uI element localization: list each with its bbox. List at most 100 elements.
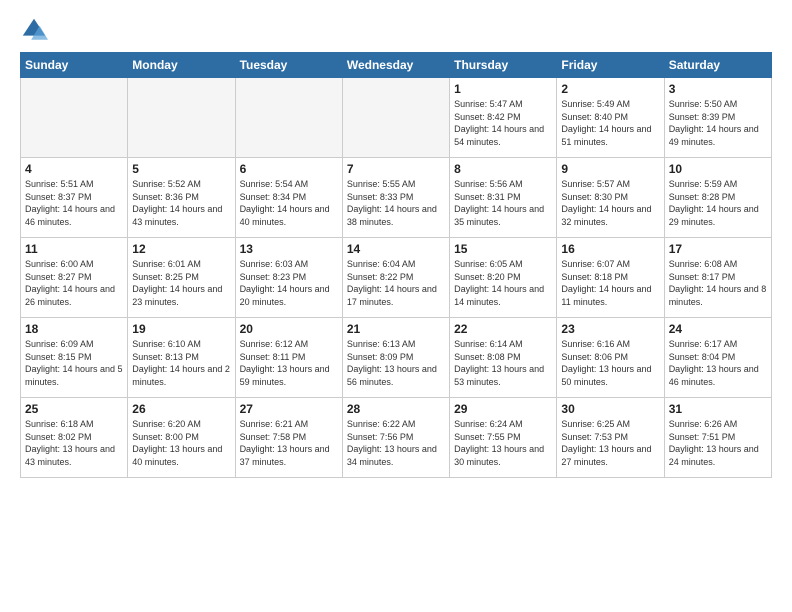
calendar-cell	[235, 78, 342, 158]
day-info: Sunrise: 6:03 AMSunset: 8:23 PMDaylight:…	[240, 258, 338, 308]
day-info: Sunrise: 6:13 AMSunset: 8:09 PMDaylight:…	[347, 338, 445, 388]
calendar-cell: 15 Sunrise: 6:05 AMSunset: 8:20 PMDayligh…	[450, 238, 557, 318]
calendar-cell: 22 Sunrise: 6:14 AMSunset: 8:08 PMDayligh…	[450, 318, 557, 398]
day-info: Sunrise: 6:10 AMSunset: 8:13 PMDaylight:…	[132, 338, 230, 388]
calendar-cell	[21, 78, 128, 158]
day-number: 13	[240, 242, 338, 256]
calendar-cell	[342, 78, 449, 158]
page: SundayMondayTuesdayWednesdayThursdayFrid…	[0, 0, 792, 488]
day-info: Sunrise: 6:01 AMSunset: 8:25 PMDaylight:…	[132, 258, 230, 308]
calendar-cell: 10Sunrise: 5:59 AMSunset: 8:28 PMDayligh…	[664, 158, 771, 238]
calendar-cell: 9 Sunrise: 5:57 AMSunset: 8:30 PMDaylight…	[557, 158, 664, 238]
calendar-cell: 4 Sunrise: 5:51 AMSunset: 8:37 PMDaylight…	[21, 158, 128, 238]
header	[20, 16, 772, 44]
day-info: Sunrise: 6:08 AMSunset: 8:17 PMDaylight:…	[669, 258, 767, 308]
calendar-cell: 29 Sunrise: 6:24 AMSunset: 7:55 PMDayligh…	[450, 398, 557, 478]
day-info: Sunrise: 6:16 AMSunset: 8:06 PMDaylight:…	[561, 338, 659, 388]
day-number: 18	[25, 322, 123, 336]
day-info: Sunrise: 5:47 AMSunset: 8:42 PMDaylight:…	[454, 98, 552, 148]
calendar-cell: 20 Sunrise: 6:12 AMSunset: 8:11 PMDayligh…	[235, 318, 342, 398]
calendar-cell: 5 Sunrise: 5:52 AMSunset: 8:36 PMDaylight…	[128, 158, 235, 238]
weekday-header-saturday: Saturday	[664, 53, 771, 78]
week-row-5: 25 Sunrise: 6:18 AMSunset: 8:02 PMDayligh…	[21, 398, 772, 478]
weekday-header-thursday: Thursday	[450, 53, 557, 78]
day-number: 25	[25, 402, 123, 416]
day-info: Sunrise: 6:24 AMSunset: 7:55 PMDaylight:…	[454, 418, 552, 468]
day-info: Sunrise: 6:17 AMSunset: 8:04 PMDaylight:…	[669, 338, 767, 388]
day-info: Sunrise: 6:20 AMSunset: 8:00 PMDaylight:…	[132, 418, 230, 468]
day-info: Sunrise: 6:05 AMSunset: 8:20 PMDaylight:…	[454, 258, 552, 308]
day-number: 15	[454, 242, 552, 256]
weekday-header-tuesday: Tuesday	[235, 53, 342, 78]
day-info: Sunrise: 6:14 AMSunset: 8:08 PMDaylight:…	[454, 338, 552, 388]
day-info: Sunrise: 5:50 AMSunset: 8:39 PMDaylight:…	[669, 98, 767, 148]
calendar-cell: 8Sunrise: 5:56 AMSunset: 8:31 PMDaylight…	[450, 158, 557, 238]
day-info: Sunrise: 6:25 AMSunset: 7:53 PMDaylight:…	[561, 418, 659, 468]
calendar-cell: 11Sunrise: 6:00 AMSunset: 8:27 PMDayligh…	[21, 238, 128, 318]
weekday-header-row: SundayMondayTuesdayWednesdayThursdayFrid…	[21, 53, 772, 78]
day-number: 11	[25, 242, 123, 256]
calendar-cell: 6 Sunrise: 5:54 AMSunset: 8:34 PMDaylight…	[235, 158, 342, 238]
day-info: Sunrise: 6:07 AMSunset: 8:18 PMDaylight:…	[561, 258, 659, 308]
day-number: 12	[132, 242, 230, 256]
calendar-cell: 3Sunrise: 5:50 AMSunset: 8:39 PMDaylight…	[664, 78, 771, 158]
day-info: Sunrise: 5:52 AMSunset: 8:36 PMDaylight:…	[132, 178, 230, 228]
day-number: 4	[25, 162, 123, 176]
weekday-header-wednesday: Wednesday	[342, 53, 449, 78]
calendar-cell: 19 Sunrise: 6:10 AMSunset: 8:13 PMDayligh…	[128, 318, 235, 398]
day-number: 23	[561, 322, 659, 336]
day-info: Sunrise: 6:21 AMSunset: 7:58 PMDaylight:…	[240, 418, 338, 468]
day-number: 8	[454, 162, 552, 176]
day-info: Sunrise: 5:49 AMSunset: 8:40 PMDaylight:…	[561, 98, 659, 148]
day-info: Sunrise: 5:54 AMSunset: 8:34 PMDaylight:…	[240, 178, 338, 228]
calendar-cell: 18Sunrise: 6:09 AMSunset: 8:15 PMDayligh…	[21, 318, 128, 398]
calendar-cell: 13 Sunrise: 6:03 AMSunset: 8:23 PMDayligh…	[235, 238, 342, 318]
calendar-cell: 7 Sunrise: 5:55 AMSunset: 8:33 PMDaylight…	[342, 158, 449, 238]
calendar-cell: 26 Sunrise: 6:20 AMSunset: 8:00 PMDayligh…	[128, 398, 235, 478]
day-number: 27	[240, 402, 338, 416]
day-number: 19	[132, 322, 230, 336]
calendar-cell: 17Sunrise: 6:08 AMSunset: 8:17 PMDayligh…	[664, 238, 771, 318]
day-number: 20	[240, 322, 338, 336]
day-info: Sunrise: 5:59 AMSunset: 8:28 PMDaylight:…	[669, 178, 767, 228]
day-info: Sunrise: 5:51 AMSunset: 8:37 PMDaylight:…	[25, 178, 123, 228]
day-number: 26	[132, 402, 230, 416]
calendar: SundayMondayTuesdayWednesdayThursdayFrid…	[20, 52, 772, 478]
day-info: Sunrise: 6:12 AMSunset: 8:11 PMDaylight:…	[240, 338, 338, 388]
calendar-cell: 27 Sunrise: 6:21 AMSunset: 7:58 PMDayligh…	[235, 398, 342, 478]
day-info: Sunrise: 6:22 AMSunset: 7:56 PMDaylight:…	[347, 418, 445, 468]
week-row-1: 1 Sunrise: 5:47 AMSunset: 8:42 PMDaylight…	[21, 78, 772, 158]
day-number: 16	[561, 242, 659, 256]
day-number: 21	[347, 322, 445, 336]
day-number: 29	[454, 402, 552, 416]
day-number: 24	[669, 322, 767, 336]
day-number: 9	[561, 162, 659, 176]
day-info: Sunrise: 6:04 AMSunset: 8:22 PMDaylight:…	[347, 258, 445, 308]
calendar-cell: 21 Sunrise: 6:13 AMSunset: 8:09 PMDayligh…	[342, 318, 449, 398]
week-row-2: 4 Sunrise: 5:51 AMSunset: 8:37 PMDaylight…	[21, 158, 772, 238]
day-info: Sunrise: 6:18 AMSunset: 8:02 PMDaylight:…	[25, 418, 123, 468]
day-info: Sunrise: 5:57 AMSunset: 8:30 PMDaylight:…	[561, 178, 659, 228]
calendar-cell	[128, 78, 235, 158]
calendar-cell: 25 Sunrise: 6:18 AMSunset: 8:02 PMDayligh…	[21, 398, 128, 478]
day-number: 7	[347, 162, 445, 176]
calendar-cell: 24 Sunrise: 6:17 AMSunset: 8:04 PMDayligh…	[664, 318, 771, 398]
logo	[20, 16, 52, 44]
week-row-3: 11Sunrise: 6:00 AMSunset: 8:27 PMDayligh…	[21, 238, 772, 318]
day-number: 22	[454, 322, 552, 336]
day-info: Sunrise: 6:26 AMSunset: 7:51 PMDaylight:…	[669, 418, 767, 468]
day-number: 1	[454, 82, 552, 96]
calendar-cell: 16 Sunrise: 6:07 AMSunset: 8:18 PMDayligh…	[557, 238, 664, 318]
calendar-cell: 30Sunrise: 6:25 AMSunset: 7:53 PMDayligh…	[557, 398, 664, 478]
day-info: Sunrise: 5:55 AMSunset: 8:33 PMDaylight:…	[347, 178, 445, 228]
calendar-cell: 12 Sunrise: 6:01 AMSunset: 8:25 PMDayligh…	[128, 238, 235, 318]
calendar-cell: 14 Sunrise: 6:04 AMSunset: 8:22 PMDayligh…	[342, 238, 449, 318]
day-number: 31	[669, 402, 767, 416]
day-number: 6	[240, 162, 338, 176]
calendar-cell: 1 Sunrise: 5:47 AMSunset: 8:42 PMDaylight…	[450, 78, 557, 158]
calendar-cell: 23 Sunrise: 6:16 AMSunset: 8:06 PMDayligh…	[557, 318, 664, 398]
weekday-header-sunday: Sunday	[21, 53, 128, 78]
calendar-cell: 28Sunrise: 6:22 AMSunset: 7:56 PMDayligh…	[342, 398, 449, 478]
day-number: 5	[132, 162, 230, 176]
day-number: 14	[347, 242, 445, 256]
